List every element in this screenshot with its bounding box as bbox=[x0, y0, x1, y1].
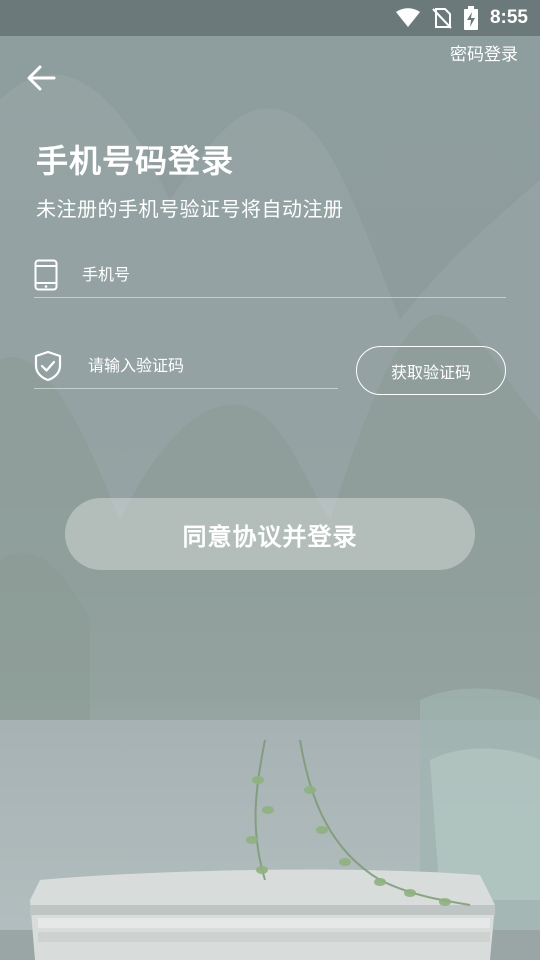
password-login-link[interactable]: 密码登录 bbox=[450, 40, 518, 65]
shield-check-icon bbox=[34, 350, 62, 381]
back-button[interactable] bbox=[26, 62, 58, 94]
battery-charging-icon bbox=[463, 6, 478, 30]
page-subtitle: 未注册的手机号验证号将自动注册 bbox=[36, 197, 344, 221]
get-code-button[interactable]: 获取验证码 bbox=[356, 346, 506, 395]
agree-and-login-button[interactable]: 同意协议并登录 bbox=[65, 498, 475, 570]
status-bar: 8:55 bbox=[0, 0, 540, 36]
phone-field bbox=[34, 252, 506, 298]
verification-code-input[interactable] bbox=[88, 356, 328, 375]
phone-input[interactable] bbox=[82, 265, 482, 284]
page-title: 手机号码登录 bbox=[36, 142, 235, 180]
phone-icon bbox=[34, 259, 58, 290]
status-time: 8:55 bbox=[489, 7, 528, 28]
no-sim-icon bbox=[432, 7, 452, 29]
verification-code-field bbox=[34, 343, 338, 389]
arrow-left-icon bbox=[27, 65, 56, 91]
wifi-icon bbox=[395, 8, 420, 28]
